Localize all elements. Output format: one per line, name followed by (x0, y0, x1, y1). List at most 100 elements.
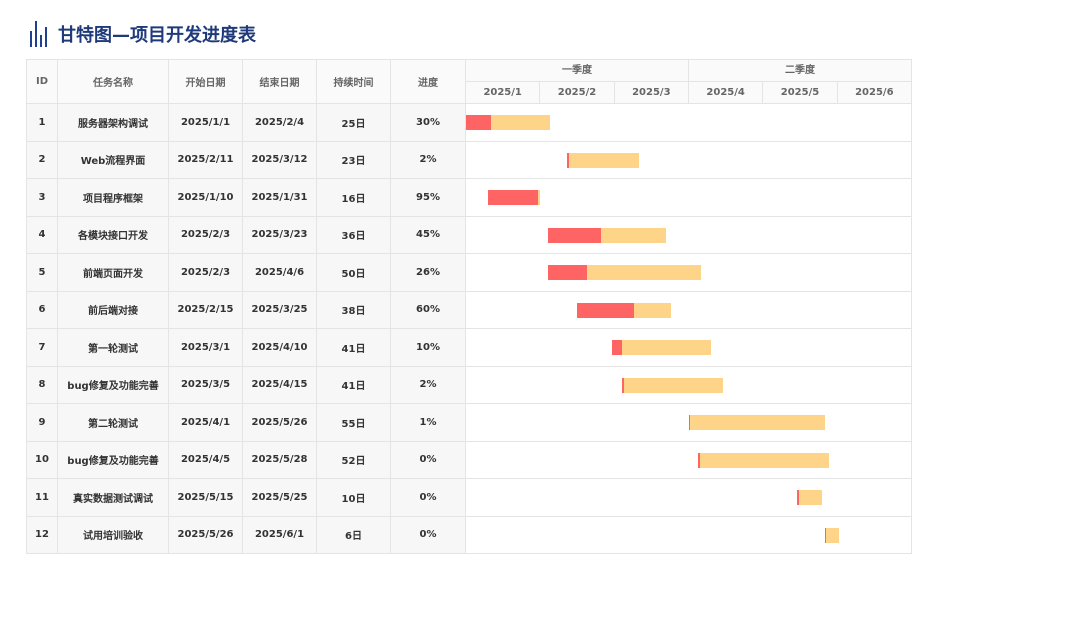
task-id: 6 (26, 290, 58, 329)
task-name: 真实数据测试调试 (57, 478, 169, 517)
task-bar (797, 490, 822, 505)
task-progress-fill (611, 340, 622, 355)
task-duration: 55日 (316, 403, 391, 442)
task-duration: 6日 (316, 515, 391, 554)
timeline-cell (465, 403, 912, 442)
timeline-cell (465, 478, 912, 517)
task-bar (488, 190, 541, 205)
task-progress-fill (621, 377, 624, 393)
timeline-cell (465, 103, 912, 142)
timeline-months: 2025/1 2025/2 2025/3 2025/4 2025/5 2025/… (465, 81, 912, 104)
task-progress: 0% (390, 515, 466, 554)
task-end-date: 2025/3/23 (242, 215, 317, 254)
header-task-name: 任务名称 (57, 59, 169, 104)
timeline-cell (465, 365, 912, 404)
task-name: 前后端对接 (57, 290, 169, 329)
task-end-date: 2025/4/6 (242, 253, 317, 292)
month-tick-label: 2025/6 (855, 87, 894, 98)
task-duration: 16日 (316, 178, 391, 217)
task-name: 第一轮测试 (57, 328, 169, 367)
task-end-date: 2025/5/28 (242, 440, 317, 479)
timeline-quarters: 一季度 二季度 (465, 59, 912, 82)
title-row: 甘特图—项目开发进度表 (28, 20, 256, 48)
month-tick-label: 2025/3 (615, 82, 689, 103)
task-progress-fill (547, 227, 601, 243)
task-duration: 23日 (316, 140, 391, 179)
table-row: 1 服务器架构调试 2025/1/1 2025/2/4 25日 30% (26, 103, 912, 142)
table-row: 12 试用培训验收 2025/5/26 2025/6/1 6日 0% (26, 515, 912, 554)
quarter-q1: 一季度 (467, 60, 689, 81)
task-progress: 0% (390, 478, 466, 517)
task-start-date: 2025/2/15 (168, 290, 243, 329)
task-bar (547, 227, 667, 243)
task-duration: 50日 (316, 253, 391, 292)
task-progress-fill (577, 302, 634, 318)
task-name: 前端页面开发 (57, 253, 169, 292)
task-id: 11 (26, 478, 58, 517)
table-row: 2 Web流程界面 2025/2/11 2025/3/12 23日 2% (26, 140, 912, 179)
task-progress: 0% (390, 440, 466, 479)
header-end-date: 结束日期 (242, 59, 317, 104)
task-progress-fill (547, 265, 588, 280)
task-id: 3 (26, 178, 58, 217)
month-tick-label: 2025/5 (763, 82, 838, 103)
task-progress: 2% (390, 365, 466, 404)
table-row: 10 bug修复及功能完善 2025/4/5 2025/5/28 52日 0% (26, 440, 912, 479)
task-name: 服务器架构调试 (57, 103, 169, 142)
task-progress: 26% (390, 253, 466, 292)
month-tick-label: 2025/1 (467, 82, 541, 103)
task-progress: 10% (390, 328, 466, 367)
bar-chart-icon (28, 21, 48, 47)
task-start-date: 2025/5/15 (168, 478, 243, 517)
timeline-cell (465, 290, 912, 329)
task-name: bug修复及功能完善 (57, 365, 169, 404)
task-name: bug修复及功能完善 (57, 440, 169, 479)
task-duration: 25日 (316, 103, 391, 142)
task-progress: 30% (390, 103, 466, 142)
task-id: 9 (26, 403, 58, 442)
table-row: 9 第二轮测试 2025/4/1 2025/5/26 55日 1% (26, 403, 912, 442)
task-id: 2 (26, 140, 58, 179)
task-end-date: 2025/1/31 (242, 178, 317, 217)
task-id: 7 (26, 328, 58, 367)
task-duration: 41日 (316, 365, 391, 404)
task-bar (577, 302, 672, 318)
timeline-cell (465, 215, 912, 254)
task-end-date: 2025/5/25 (242, 478, 317, 517)
task-start-date: 2025/2/3 (168, 215, 243, 254)
timeline-cell (465, 178, 912, 217)
task-end-date: 2025/4/15 (242, 365, 317, 404)
task-name: 试用培训验收 (57, 515, 169, 554)
task-progress: 95% (390, 178, 466, 217)
task-name: Web流程界面 (57, 140, 169, 179)
task-duration: 38日 (316, 290, 391, 329)
task-bar (466, 115, 551, 130)
timeline-cell (465, 440, 912, 479)
table-row: 7 第一轮测试 2025/3/1 2025/4/10 41日 10% (26, 328, 912, 367)
task-start-date: 2025/5/26 (168, 515, 243, 554)
table-row: 3 项目程序框架 2025/1/10 2025/1/31 16日 95% (26, 178, 912, 217)
task-duration: 10日 (316, 478, 391, 517)
gantt-table: ID 任务名称 开始日期 结束日期 持续时间 进度 一季度 二季度 2025/1… (26, 59, 912, 554)
task-progress: 1% (390, 403, 466, 442)
task-progress-fill (698, 452, 700, 468)
gantt-body: 1 服务器架构调试 2025/1/1 2025/2/4 25日 30% 2 Web流程界面 20… (26, 103, 912, 554)
task-end-date: 2025/6/1 (242, 515, 317, 554)
task-end-date: 2025/5/26 (242, 403, 317, 442)
task-progress-fill (824, 527, 826, 543)
task-bar (547, 265, 701, 280)
task-bar (567, 152, 640, 168)
task-start-date: 2025/3/1 (168, 328, 243, 367)
table-row: 11 真实数据测试调试 2025/5/15 2025/5/25 10日 0% (26, 478, 912, 517)
task-id: 5 (26, 253, 58, 292)
task-start-date: 2025/1/10 (168, 178, 243, 217)
task-name: 各模块接口开发 (57, 215, 169, 254)
task-start-date: 2025/2/11 (168, 140, 243, 179)
table-row: 6 前后端对接 2025/2/15 2025/3/25 38日 60% (26, 290, 912, 329)
quarter-q2: 二季度 (785, 65, 815, 76)
month-tick-label: 2025/2 (540, 82, 615, 103)
header-duration: 持续时间 (316, 59, 391, 104)
task-start-date: 2025/4/1 (168, 403, 243, 442)
task-bar (824, 527, 840, 543)
task-duration: 52日 (316, 440, 391, 479)
